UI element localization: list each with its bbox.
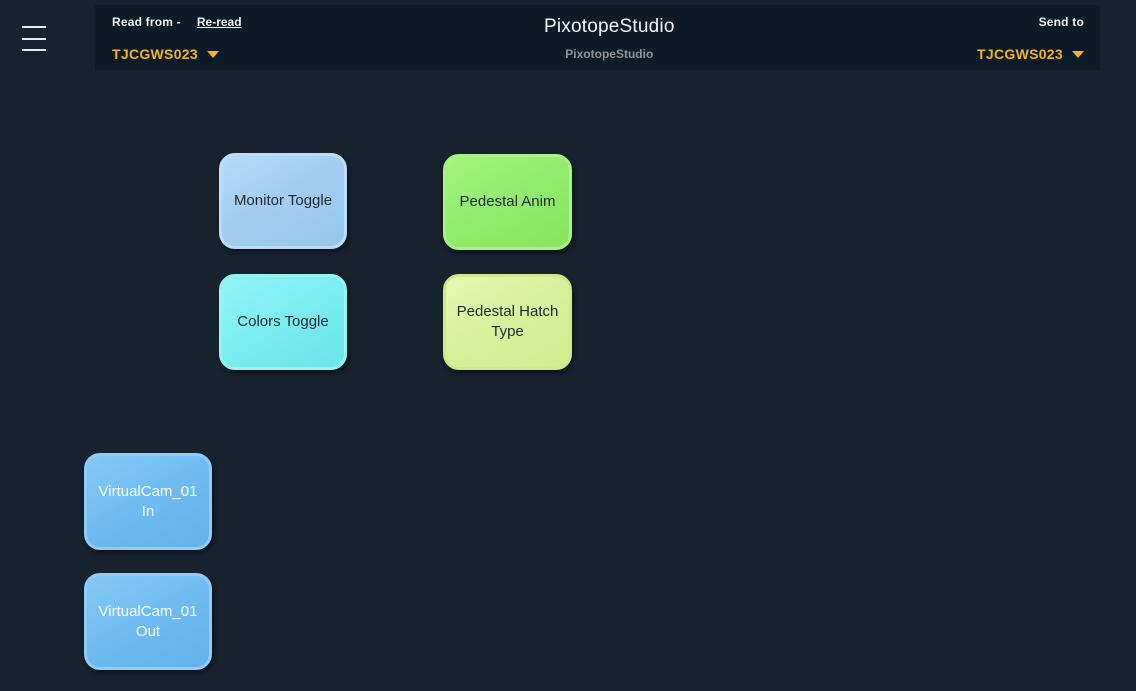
virtualcam-01-in-button[interactable]: VirtualCam_01 In — [84, 453, 212, 550]
button-label: Colors Toggle — [237, 312, 328, 332]
send-to-machine-dropdown[interactable]: TJCGWS023 — [977, 46, 1084, 62]
pedestal-hatch-type-button[interactable]: Pedestal Hatch Type — [443, 274, 572, 370]
menu-icon-bar — [22, 38, 46, 40]
read-from-section: Read from - Re-read TJCGWS023 — [112, 15, 242, 62]
pedestal-anim-button[interactable]: Pedestal Anim — [443, 154, 572, 250]
button-label: VirtualCam_01 Out — [93, 602, 203, 642]
page-title: PixotopeStudio — [544, 16, 675, 38]
menu-icon-bar — [22, 26, 46, 28]
colors-toggle-button[interactable]: Colors Toggle — [219, 274, 347, 370]
button-label: VirtualCam_01 In — [93, 482, 203, 522]
chevron-down-icon — [1072, 51, 1084, 58]
read-from-machine-value: TJCGWS023 — [112, 46, 198, 62]
send-to-label: Send to — [1039, 15, 1084, 29]
send-to-machine-value: TJCGWS023 — [977, 46, 1063, 62]
menu-icon[interactable] — [22, 26, 46, 51]
title-section: PixotopeStudio PixotopeStudio — [544, 15, 675, 62]
read-from-label: Read from - — [112, 15, 181, 29]
button-label: Pedestal Anim — [460, 192, 556, 212]
read-from-machine-dropdown[interactable]: TJCGWS023 — [112, 46, 219, 62]
button-label: Pedestal Hatch Type — [452, 302, 563, 342]
virtualcam-01-out-button[interactable]: VirtualCam_01 Out — [84, 573, 212, 670]
page-subtitle: PixotopeStudio — [565, 47, 653, 61]
monitor-toggle-button[interactable]: Monitor Toggle — [219, 153, 347, 249]
chevron-down-icon — [207, 51, 219, 58]
top-bar: Read from - Re-read TJCGWS023 PixotopeSt… — [95, 5, 1100, 70]
button-label: Monitor Toggle — [234, 191, 332, 211]
menu-icon-bar — [22, 49, 46, 51]
send-to-section: Send to TJCGWS023 — [977, 15, 1084, 62]
reread-link[interactable]: Re-read — [197, 15, 242, 29]
